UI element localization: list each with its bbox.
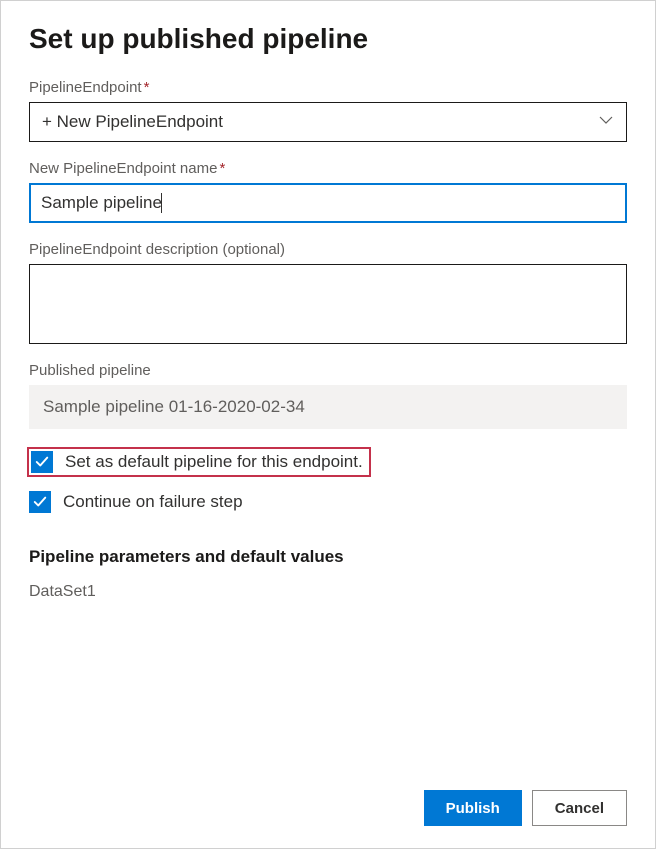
check-icon xyxy=(35,455,49,469)
parameters-heading: Pipeline parameters and default values xyxy=(29,547,627,567)
check-icon xyxy=(33,495,47,509)
name-input[interactable]: Sample pipeline xyxy=(29,183,627,223)
required-indicator: * xyxy=(219,160,225,177)
continue-failure-checkbox[interactable] xyxy=(29,491,51,513)
endpoint-label: PipelineEndpoint* xyxy=(29,79,627,96)
default-pipeline-checkbox[interactable] xyxy=(31,451,53,473)
dialog-footer: Publish Cancel xyxy=(424,790,627,826)
text-caret xyxy=(161,193,162,213)
name-label: New PipelineEndpoint name* xyxy=(29,160,627,177)
default-pipeline-label: Set as default pipeline for this endpoin… xyxy=(65,452,363,472)
published-pipeline-value: Sample pipeline 01-16-2020-02-34 xyxy=(29,385,627,429)
continue-failure-row: Continue on failure step xyxy=(29,491,627,513)
cancel-button[interactable]: Cancel xyxy=(532,790,627,826)
endpoint-select[interactable]: + New PipelineEndpoint xyxy=(29,102,627,142)
description-label: PipelineEndpoint description (optional) xyxy=(29,241,627,258)
dialog-title: Set up published pipeline xyxy=(29,23,627,55)
endpoint-selected-value: + New PipelineEndpoint xyxy=(42,112,223,132)
default-pipeline-row: Set as default pipeline for this endpoin… xyxy=(27,447,371,477)
parameter-item: DataSet1 xyxy=(29,583,627,601)
required-indicator: * xyxy=(144,79,150,96)
publish-button[interactable]: Publish xyxy=(424,790,522,826)
chevron-down-icon xyxy=(598,112,614,133)
continue-failure-label: Continue on failure step xyxy=(63,492,243,512)
published-label: Published pipeline xyxy=(29,362,627,379)
description-input[interactable] xyxy=(29,264,627,344)
publish-pipeline-dialog: Set up published pipeline PipelineEndpoi… xyxy=(0,0,656,849)
